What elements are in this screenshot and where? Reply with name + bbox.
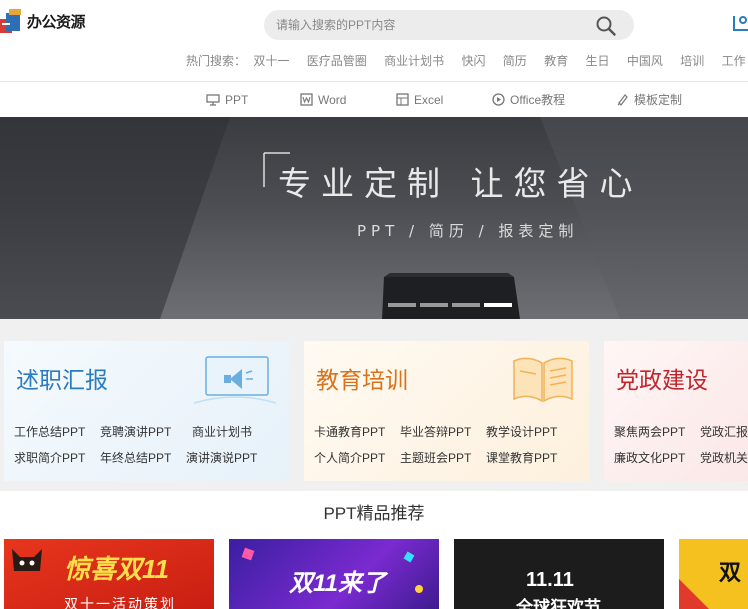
nav-item-office-tutorial[interactable]: Office教程	[492, 82, 565, 117]
recommend-section: PPT精品推荐 惊喜双11 双十一活动策划 双11来了 11.11 全球狂欢节 …	[0, 491, 748, 609]
brush-icon	[617, 94, 628, 106]
hot-term[interactable]: 双十一	[253, 54, 289, 68]
cat-mascot-icon	[12, 549, 42, 571]
logo-icon	[0, 9, 21, 33]
category-nav: PPT Word Excel Office教程 模板定制	[0, 82, 748, 117]
banner-decoration	[0, 117, 748, 319]
nav-item-template-custom[interactable]: 模板定制	[616, 82, 682, 117]
card-link[interactable]: 年终总结PPT	[100, 449, 186, 475]
search-input[interactable]	[276, 10, 576, 40]
user-login-icon[interactable]	[732, 12, 748, 32]
card-link[interactable]: 主题班会PPT	[400, 449, 486, 475]
carousel-indicators	[388, 303, 516, 307]
card-links: 工作总结PPT 竞聘演讲PPT 商业计划书 求职简介PPT 年终总结PPT 演讲…	[14, 423, 257, 475]
section-title: PPT精品推荐	[323, 504, 425, 523]
hot-term[interactable]: 商业计划书	[384, 54, 444, 68]
banner-title: 专业定制 让您省心	[278, 164, 643, 203]
card-link[interactable]: 课堂教育PPT	[486, 449, 557, 475]
hot-term[interactable]: 简历	[503, 54, 527, 68]
category-card-education[interactable]: 教育培训 卡通教育PPT 毕业答辩PPT 教学设计PPT 个人简介PPT 主题班…	[304, 341, 589, 481]
card-link[interactable]: 商业计划书	[192, 423, 252, 449]
nav-item-word[interactable]: Word	[300, 82, 346, 117]
logo-text: 办公资源	[27, 13, 86, 31]
card-link[interactable]: 教学设计PPT	[486, 423, 557, 449]
hot-search-label: 热门搜索：	[186, 54, 247, 68]
nav-label: 模板定制	[634, 93, 683, 107]
card-link[interactable]: 工作总结PPT	[14, 423, 100, 449]
card-title: 党政建设	[616, 368, 708, 394]
card-links: 卡通教育PPT 毕业答辩PPT 教学设计PPT 个人简介PPT 主题班会PPT …	[314, 423, 557, 475]
card-link[interactable]: 毕业答辩PPT	[400, 423, 486, 449]
play-icon	[492, 93, 505, 106]
hot-term[interactable]: 中国风	[627, 54, 663, 68]
hot-term[interactable]: 生日	[586, 54, 610, 68]
card-link[interactable]: 廉政文化PPT	[614, 449, 700, 475]
hot-term[interactable]: 快闪	[461, 54, 485, 68]
search-icon[interactable]	[596, 16, 616, 36]
card-link[interactable]: 竞聘演讲PPT	[100, 423, 192, 449]
hot-term[interactable]: 教育	[544, 54, 568, 68]
card-links: 聚焦两会PPT 党政汇报 廉政文化PPT 党政机关	[614, 423, 748, 475]
hot-term[interactable]: 工作	[722, 54, 746, 68]
card-link[interactable]: 个人简介PPT	[314, 449, 400, 475]
excel-icon	[396, 93, 409, 106]
carousel-dot-active[interactable]	[484, 303, 512, 307]
book-icon	[513, 357, 573, 403]
category-card-party[interactable]: 党政建设 聚焦两会PPT 党政汇报 廉政文化PPT 党政机关	[604, 341, 748, 481]
nav-label: Excel	[414, 92, 444, 107]
hot-term[interactable]: 医疗品管圈	[307, 54, 367, 68]
word-icon	[300, 93, 313, 106]
thumb-caption: 全球狂欢节	[516, 598, 601, 609]
hot-search: 热门搜索： 双十一 医疗品管圈 商业计划书 快闪 简历 教育 生日 中国风 培训…	[186, 52, 748, 69]
card-link[interactable]: 党政汇报	[700, 423, 748, 449]
decoration-shapes	[241, 547, 423, 593]
hero-banner[interactable]: 专业定制 让您省心 PPT / 简历 / 报表定制	[0, 117, 748, 319]
search-bar	[264, 10, 634, 40]
nav-label: PPT	[225, 92, 249, 107]
card-link[interactable]: 卡通教育PPT	[314, 423, 400, 449]
nav-item-excel[interactable]: Excel	[396, 82, 443, 117]
card-link[interactable]: 演讲演说PPT	[186, 449, 257, 475]
category-card-report[interactable]: 述职汇报 工作总结PPT 竞聘演讲PPT 商业计划书 求职简介PPT 年终总结P…	[4, 341, 289, 481]
hot-term[interactable]: 培训	[680, 54, 704, 68]
category-section: 述职汇报 工作总结PPT 竞聘演讲PPT 商业计划书 求职简介PPT 年终总结P…	[0, 319, 748, 491]
site-logo[interactable]: 办公资源	[0, 8, 86, 34]
thumb-caption: 双十一活动策划	[64, 596, 176, 609]
card-title: 述职汇报	[16, 368, 108, 394]
nav-item-ppt[interactable]: PPT	[206, 82, 248, 117]
nav-label: Word	[318, 92, 347, 107]
decoration-shapes	[679, 579, 709, 609]
monitor-megaphone-icon	[193, 356, 277, 404]
carousel-dot[interactable]	[420, 303, 448, 307]
thumb-headline: 11.11	[526, 569, 574, 591]
card-link[interactable]: 党政机关	[700, 449, 748, 475]
card-link[interactable]: 聚焦两会PPT	[614, 423, 700, 449]
template-thumb[interactable]: 双	[679, 539, 748, 609]
template-thumb[interactable]: 惊喜双11 双十一活动策划	[4, 539, 214, 609]
card-link[interactable]: 求职简介PPT	[14, 449, 100, 475]
site-header: 办公资源 热门搜索： 双十一 医疗品管圈 商业计划书 快闪 简历 教育 生日 中…	[0, 0, 748, 82]
banner-subtitle: PPT / 简历 / 报表定制	[357, 222, 579, 240]
template-thumb[interactable]: 双11来了	[229, 539, 439, 609]
presentation-icon	[206, 93, 220, 106]
carousel-dot[interactable]	[452, 303, 480, 307]
thumb-headline: 惊喜双11	[64, 554, 169, 584]
card-title: 教育培训	[316, 368, 408, 394]
carousel-dot[interactable]	[388, 303, 416, 307]
template-thumb[interactable]: 11.11 全球狂欢节	[454, 539, 664, 609]
nav-label: Office教程	[510, 93, 566, 107]
